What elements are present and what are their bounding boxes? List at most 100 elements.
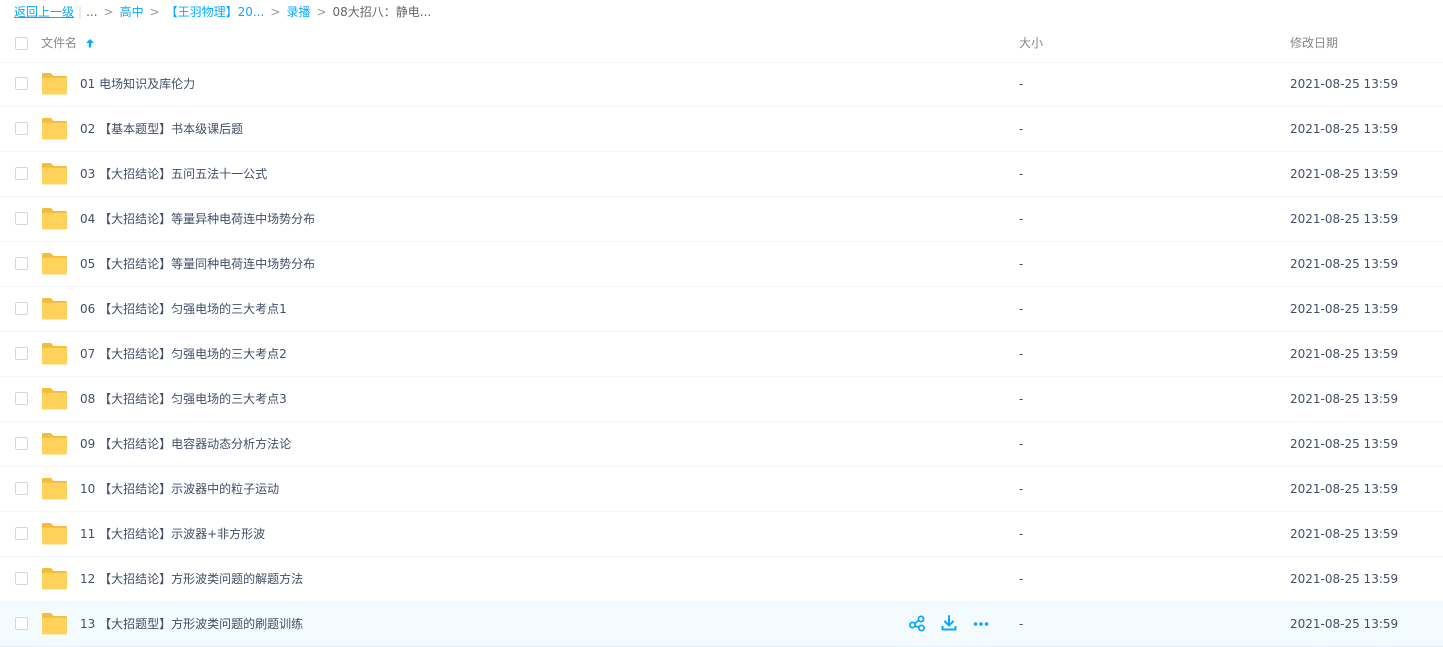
- row-checkbox[interactable]: [15, 257, 28, 270]
- file-size: -: [1019, 122, 1024, 136]
- file-name[interactable]: 04 【大招结论】等量异种电荷连中场势分布: [80, 197, 315, 241]
- download-icon[interactable]: [940, 614, 958, 632]
- file-name[interactable]: 13 【大招题型】方形波类问题的刷题训练: [80, 602, 303, 646]
- folder-icon: [41, 521, 68, 546]
- breadcrumb-separator: >: [149, 5, 160, 19]
- folder-icon: [41, 611, 68, 636]
- file-date: 2021-08-25 13:59: [1290, 257, 1399, 271]
- file-name[interactable]: 01 电场知识及库伦力: [80, 62, 195, 106]
- file-size: -: [1019, 437, 1024, 451]
- row-checkbox[interactable]: [15, 122, 28, 135]
- file-size: -: [1019, 257, 1024, 271]
- folder-icon: [41, 161, 68, 186]
- row-checkbox[interactable]: [15, 347, 28, 360]
- file-date: 2021-08-25 13:59: [1290, 212, 1399, 226]
- file-date: 2021-08-25 13:59: [1290, 347, 1399, 361]
- folder-icon: [41, 476, 68, 501]
- file-size: -: [1019, 572, 1024, 586]
- folder-icon: [41, 431, 68, 456]
- file-row[interactable]: 02 【基本题型】书本级课后题 - 2021-08-25 13:59: [0, 107, 1443, 152]
- column-header-name[interactable]: 文件名: [41, 24, 95, 62]
- file-size: -: [1019, 302, 1024, 316]
- folder-icon: [41, 386, 68, 411]
- file-name[interactable]: 07 【大招结论】匀强电场的三大考点2: [80, 332, 287, 376]
- file-row[interactable]: 05 【大招结论】等量同种电荷连中场势分布 - 2021-08-25 13:59: [0, 242, 1443, 287]
- file-size: -: [1019, 527, 1024, 541]
- file-size: -: [1019, 167, 1024, 181]
- breadcrumb-divider: |: [78, 5, 83, 19]
- breadcrumb-current: 08大招八：静电...: [332, 5, 432, 19]
- file-date: 2021-08-25 13:59: [1290, 167, 1399, 181]
- folder-icon: [41, 296, 68, 321]
- file-size: -: [1019, 617, 1024, 631]
- folder-icon: [41, 566, 68, 591]
- file-date: 2021-08-25 13:59: [1290, 482, 1399, 496]
- file-size: -: [1019, 212, 1024, 226]
- row-checkbox[interactable]: [15, 392, 28, 405]
- file-row[interactable]: 07 【大招结论】匀强电场的三大考点2 - 2021-08-25 13:59: [0, 332, 1443, 377]
- file-row[interactable]: 08 【大招结论】匀强电场的三大考点3 - 2021-08-25 13:59: [0, 377, 1443, 422]
- file-date: 2021-08-25 13:59: [1290, 302, 1399, 316]
- folder-icon: [41, 116, 68, 141]
- file-date: 2021-08-25 13:59: [1290, 572, 1399, 586]
- row-actions: [908, 614, 990, 634]
- file-row[interactable]: 13 【大招题型】方形波类问题的刷题训练 - 2021-08-25 13:59: [0, 602, 1443, 647]
- file-row[interactable]: 11 【大招结论】示波器+非方形波 - 2021-08-25 13:59: [0, 512, 1443, 557]
- file-name[interactable]: 02 【基本题型】书本级课后题: [80, 107, 243, 151]
- file-row[interactable]: 06 【大招结论】匀强电场的三大考点1 - 2021-08-25 13:59: [0, 287, 1443, 332]
- row-checkbox[interactable]: [15, 212, 28, 225]
- file-row[interactable]: 10 【大招结论】示波器中的粒子运动 - 2021-08-25 13:59: [0, 467, 1443, 512]
- file-row[interactable]: 09 【大招结论】电容器动态分析方法论 - 2021-08-25 13:59: [0, 422, 1443, 467]
- column-header-size[interactable]: 大小: [1019, 24, 1043, 62]
- sort-arrow-up-icon: [85, 39, 94, 48]
- breadcrumb-item-recordings[interactable]: 录播: [286, 0, 310, 24]
- row-checkbox[interactable]: [15, 437, 28, 450]
- file-name[interactable]: 12 【大招结论】方形波类问题的解题方法: [80, 557, 303, 601]
- file-name[interactable]: 05 【大招结论】等量同种电荷连中场势分布: [80, 242, 315, 286]
- breadcrumb-item-course[interactable]: 【王羽物理】20...: [166, 0, 265, 24]
- file-date: 2021-08-25 13:59: [1290, 392, 1399, 406]
- back-link[interactable]: 返回上一级: [14, 0, 74, 24]
- file-date: 2021-08-25 13:59: [1290, 77, 1399, 91]
- row-checkbox[interactable]: [15, 572, 28, 585]
- file-name[interactable]: 11 【大招结论】示波器+非方形波: [80, 512, 265, 556]
- folder-icon: [41, 71, 68, 96]
- select-all-checkbox[interactable]: [15, 37, 28, 50]
- breadcrumb-separator: >: [103, 5, 114, 19]
- file-row[interactable]: 04 【大招结论】等量异种电荷连中场势分布 - 2021-08-25 13:59: [0, 197, 1443, 242]
- file-row[interactable]: 12 【大招结论】方形波类问题的解题方法 - 2021-08-25 13:59: [0, 557, 1443, 602]
- file-name[interactable]: 10 【大招结论】示波器中的粒子运动: [80, 467, 279, 511]
- folder-icon: [41, 341, 68, 366]
- file-size: -: [1019, 392, 1024, 406]
- file-size: -: [1019, 347, 1024, 361]
- file-size: -: [1019, 482, 1024, 496]
- file-row[interactable]: 03 【大招结论】五问五法十一公式 - 2021-08-25 13:59: [0, 152, 1443, 197]
- breadcrumb-item-high-school[interactable]: 高中: [120, 0, 144, 24]
- file-row[interactable]: 01 电场知识及库伦力 - 2021-08-25 13:59: [0, 62, 1443, 107]
- breadcrumb-separator: >: [270, 5, 281, 19]
- row-checkbox[interactable]: [15, 617, 28, 630]
- more-icon[interactable]: [972, 614, 990, 632]
- file-name[interactable]: 08 【大招结论】匀强电场的三大考点3: [80, 377, 287, 421]
- file-list-header: 文件名 大小 修改日期: [0, 24, 1443, 63]
- row-checkbox[interactable]: [15, 77, 28, 90]
- breadcrumb-separator: >: [316, 5, 327, 19]
- file-date: 2021-08-25 13:59: [1290, 617, 1399, 631]
- file-date: 2021-08-25 13:59: [1290, 122, 1399, 136]
- row-checkbox[interactable]: [15, 302, 28, 315]
- file-name[interactable]: 09 【大招结论】电容器动态分析方法论: [80, 422, 291, 466]
- share-icon[interactable]: [908, 614, 926, 632]
- folder-icon: [41, 206, 68, 231]
- breadcrumb-ellipsis[interactable]: ...: [86, 0, 97, 24]
- column-name-label: 文件名: [41, 36, 78, 50]
- row-checkbox[interactable]: [15, 167, 28, 180]
- file-date: 2021-08-25 13:59: [1290, 437, 1399, 451]
- column-header-date[interactable]: 修改日期: [1290, 24, 1338, 62]
- breadcrumb: 返回上一级 | ... > 高中 > 【王羽物理】20... > 录播 > 08…: [14, 0, 431, 24]
- folder-icon: [41, 251, 68, 276]
- file-name[interactable]: 06 【大招结论】匀强电场的三大考点1: [80, 287, 287, 331]
- row-checkbox[interactable]: [15, 527, 28, 540]
- file-name[interactable]: 03 【大招结论】五问五法十一公式: [80, 152, 267, 196]
- row-checkbox[interactable]: [15, 482, 28, 495]
- file-size: -: [1019, 77, 1024, 91]
